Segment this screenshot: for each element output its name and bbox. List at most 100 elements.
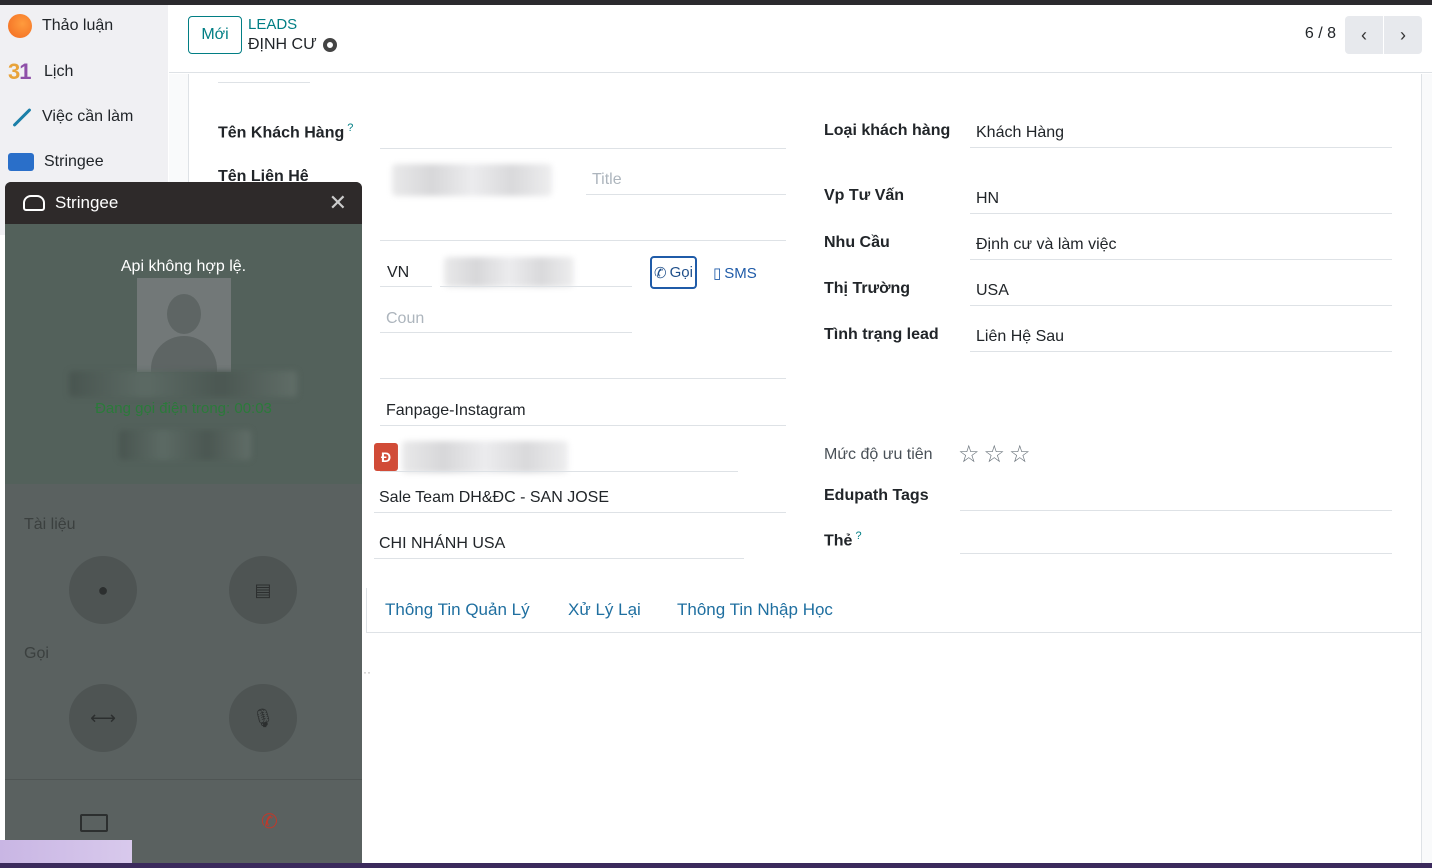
help-icon: ? (344, 122, 354, 134)
hangup-icon[interactable]: ✆ (261, 809, 278, 834)
sms-button[interactable]: ▯ SMS (713, 264, 757, 283)
avatar (137, 278, 231, 372)
sidebar-item-label: Việc cần làm (42, 108, 134, 125)
sidebar-item-label: Thảo luận (42, 17, 114, 34)
need-label: Nhu Cầu (824, 234, 890, 251)
caller-name (69, 371, 297, 397)
field-underline (380, 378, 786, 379)
resize-handle[interactable]: ·· (363, 665, 371, 679)
branch-field[interactable]: CHI NHÁNH USA (379, 535, 505, 553)
star-icon[interactable]: ☆ (1009, 440, 1031, 469)
person-icon: ● (97, 579, 109, 600)
title-input[interactable]: Title (592, 171, 622, 189)
field-underline (970, 147, 1392, 148)
control-panel: Mới LEADS ĐỊNH CƯ 6 / 8 ‹ › (169, 5, 1432, 73)
help-icon: ? (852, 530, 862, 542)
pager-previous-button[interactable]: ‹ (1345, 16, 1383, 54)
sidebar-item-thao-luan[interactable]: Thảo luận (8, 11, 113, 41)
customer-type-label: Loại khách hàng (824, 122, 951, 139)
field-underline (380, 286, 432, 287)
keyboard-icon[interactable] (80, 814, 108, 832)
salesperson-avatar: Đ (374, 443, 398, 471)
office-field[interactable]: HN (976, 190, 999, 208)
field-underline (374, 558, 744, 559)
phone-icon: ✆ (654, 264, 667, 282)
form-sheet (188, 74, 1422, 864)
phone-input[interactable] (444, 257, 574, 287)
call-button[interactable]: ✆ Gọi (650, 256, 697, 289)
mobile-icon: ▯ (713, 265, 722, 282)
field-underline (374, 512, 786, 513)
tags-label: Thẻ ? (824, 530, 862, 550)
country-input[interactable]: Coun (386, 310, 424, 328)
record-title: ĐỊNH CƯ (248, 36, 317, 53)
priority-label: Mức độ ưu tiên (824, 446, 933, 463)
api-error-message: Api không hợp lệ. (120, 258, 247, 275)
close-icon[interactable]: ✕ (329, 190, 347, 216)
tab-thong-tin-quan-ly[interactable]: Thông Tin Quản Lý (385, 600, 530, 620)
popup-divider (5, 779, 362, 780)
field-underline (380, 332, 632, 333)
customer-name-label: Tên Khách Hàng ? (218, 122, 354, 142)
field-underline (970, 351, 1392, 352)
notes-button[interactable]: ▤ (229, 556, 297, 624)
mute-button[interactable]: 🎙 (229, 684, 297, 752)
sidebar-item-label: Lịch (44, 63, 74, 80)
microphone-icon: 🎙 (251, 707, 275, 728)
sidebar-item-viec-can-lam[interactable]: Việc cần làm (8, 102, 133, 132)
stringee-icon (8, 153, 34, 171)
transfer-icon: ⟷ (90, 707, 116, 728)
contact-button[interactable]: ● (69, 556, 137, 624)
notebook-tabs: Thông Tin Quản Lý Xử Lý Lại Thông Tin Nh… (366, 588, 1421, 633)
form-background-right (1422, 74, 1432, 864)
phone-country-select[interactable]: VN (387, 264, 409, 282)
customer-type-field[interactable]: Khách Hàng (976, 124, 1064, 142)
field-underline (218, 82, 310, 83)
discuss-icon (8, 14, 32, 38)
office-label: Vp Tư Vấn (824, 187, 905, 204)
stringee-popup-title: Stringee (55, 193, 119, 212)
calling-status: Đang gọi điện trong: 00:03 (95, 400, 272, 417)
field-underline (380, 425, 786, 426)
salesperson-field[interactable] (402, 441, 568, 473)
field-underline (586, 194, 786, 195)
tab-xu-ly-lai[interactable]: Xử Lý Lại (568, 600, 641, 620)
sidebar-item-label: Stringee (44, 153, 104, 170)
field-underline (380, 471, 738, 472)
pager-buttons: ‹ › (1345, 16, 1422, 54)
edupath-tags-field[interactable] (960, 510, 1392, 511)
stringee-popup: Stringee ✕ Api không hợp lệ. Đang gọi đi… (5, 182, 362, 868)
need-field[interactable]: Định cư và làm việc (976, 236, 1117, 254)
bottom-bar (0, 863, 1432, 868)
source-field[interactable]: Fanpage-Instagram (386, 402, 526, 420)
market-label: Thị Trường (824, 280, 911, 297)
pager-value[interactable]: 6 / 8 (1305, 25, 1336, 43)
lead-status-field[interactable]: Liên Hệ Sau (976, 328, 1064, 346)
market-field[interactable]: USA (976, 282, 1009, 300)
transfer-button[interactable]: ⟷ (69, 684, 137, 752)
edupath-tags-label: Edupath Tags (824, 487, 929, 504)
todo-icon (8, 105, 32, 129)
breadcrumb-parent[interactable]: LEADS (248, 16, 297, 33)
new-button[interactable]: Mới (188, 16, 242, 54)
sales-team-field[interactable]: Sale Team DH&ĐC - SAN JOSE (379, 489, 609, 507)
customer-name-field[interactable] (380, 148, 786, 149)
field-underline (380, 240, 786, 241)
tab-border (366, 588, 367, 633)
calendar-icon: 31 (8, 59, 32, 84)
tags-field[interactable] (960, 553, 1392, 554)
field-underline (970, 259, 1392, 260)
star-icon[interactable]: ☆ (984, 440, 1006, 469)
contact-name-value[interactable] (392, 164, 552, 196)
gear-icon[interactable] (322, 38, 337, 52)
call-label: Gọi (24, 645, 49, 662)
field-underline (440, 286, 632, 287)
star-icon[interactable]: ☆ (958, 440, 980, 469)
sidebar-item-stringee[interactable]: Stringee (8, 147, 104, 177)
docs-label: Tài liệu (24, 516, 76, 533)
tab-thong-tin-nhap-hoc[interactable]: Thông Tin Nhập Học (677, 600, 833, 620)
sidebar-item-lich[interactable]: 31 Lịch (8, 57, 73, 87)
caller-number (119, 430, 251, 460)
pager-next-button[interactable]: › (1384, 16, 1422, 54)
telephone-icon (23, 195, 45, 211)
